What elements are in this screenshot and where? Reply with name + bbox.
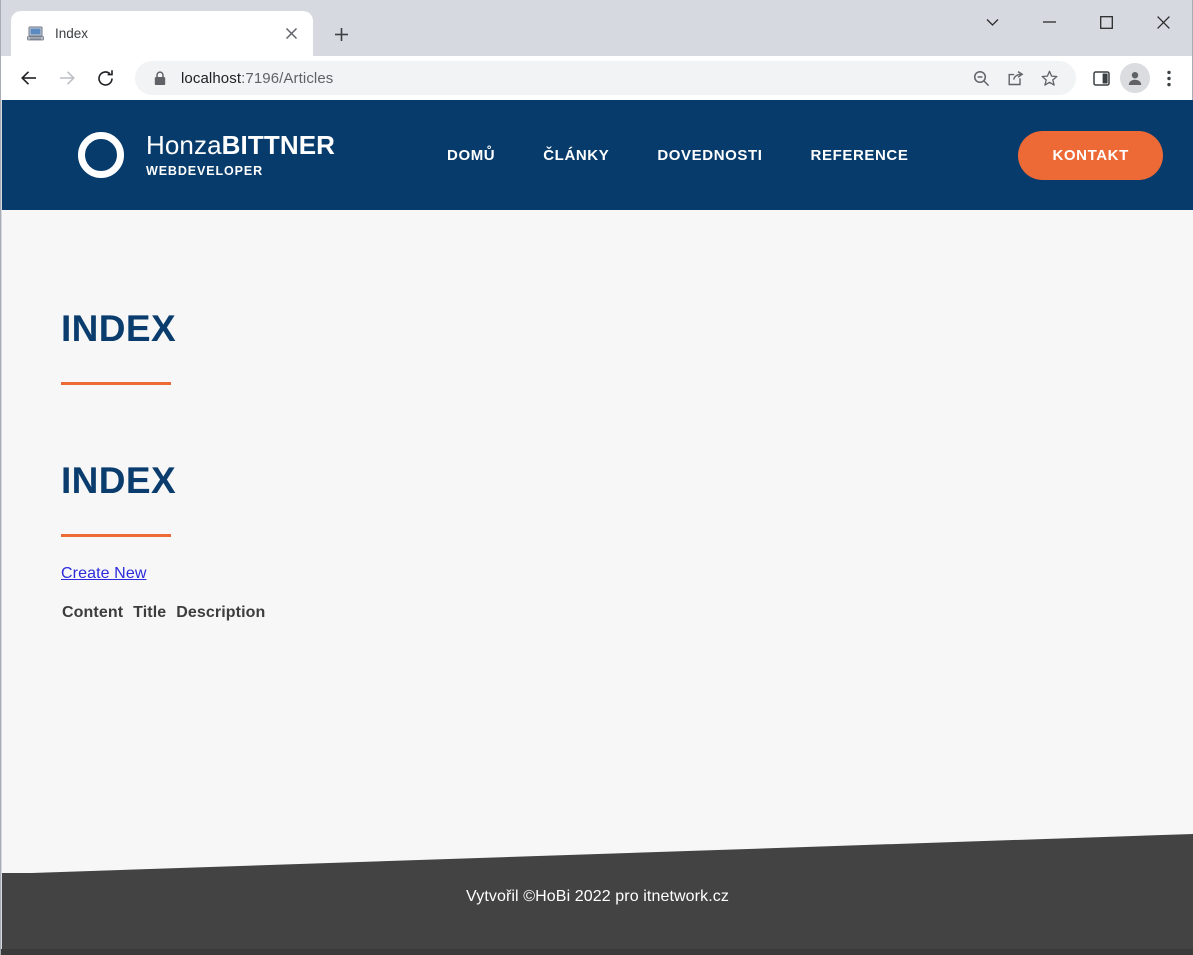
nav-item-clanky[interactable]: ČLÁNKY [543,147,657,164]
site-footer: Vytvořil ©HoBi 2022 pro itnetwork.cz [2,834,1193,954]
site-header: HonzaBITTNER WEBDEVELOPER DOMŮ ČLÁNKY DO… [2,100,1193,210]
chevron-down-icon[interactable] [964,0,1021,44]
column-header-description: Description [176,604,266,621]
maximize-icon[interactable] [1078,0,1135,44]
close-icon[interactable] [1135,0,1192,44]
browser-tab[interactable]: Index [11,11,313,56]
nav-item-domu[interactable]: DOMŮ [447,147,543,164]
nav-item-reference[interactable]: REFERENCE [811,147,909,164]
three-dots-icon[interactable] [1154,63,1184,93]
plus-icon[interactable] [325,18,357,50]
column-header-title: Title [133,604,167,621]
arrow-right-icon[interactable] [49,60,85,96]
share-icon[interactable] [1000,63,1030,93]
close-icon[interactable] [279,22,303,46]
table-header-row: Content Title Description [61,604,275,622]
brand-name-second: BITTNER [221,130,336,161]
column-header-content: Content [62,604,124,621]
ring-logo-icon [78,132,124,178]
tab-strip: Index [1,0,357,56]
browser-titlebar: Index [1,0,1192,56]
browser-window: Index localhost:7196/Articles HonzaBITTN… [0,0,1193,955]
star-icon[interactable] [1034,63,1064,93]
tab-title: Index [55,26,89,41]
url-path: :7196/Articles [241,69,334,87]
url-host: localhost [181,69,242,87]
kontakt-button[interactable]: KONTAKT [1018,130,1163,180]
page-title: INDEX [61,308,177,349]
bottom-cutoff-strip [1,949,1193,955]
site-nav: DOMŮ ČLÁNKY DOVEDNOSTI REFERENCE [447,147,908,164]
brand-logo[interactable]: HonzaBITTNER WEBDEVELOPER [78,132,335,178]
page-title-underline [61,382,171,385]
create-new-link[interactable]: Create New [61,565,146,583]
side-panel-icon[interactable] [1086,63,1116,93]
footer-slant-shape [2,834,1193,874]
footer-body: Vytvořil ©HoBi 2022 pro itnetwork.cz [2,873,1193,954]
footer-credit-text: Vytvořil ©HoBi 2022 pro itnetwork.cz [466,888,729,905]
person-icon[interactable] [1120,63,1150,93]
lock-icon [151,69,169,87]
table-head: Content Title Description [61,604,275,622]
section-title: INDEX [61,460,177,501]
brand-name-first: Honza [146,130,222,161]
brand-text: HonzaBITTNER WEBDEVELOPER [146,132,335,178]
arrow-left-icon[interactable] [11,60,47,96]
window-controls [964,0,1192,44]
computer-icon [25,25,45,43]
section-title-underline [61,534,171,537]
toolbar-right [1086,63,1184,93]
zoom-out-icon[interactable] [966,63,996,93]
articles-table: Content Title Description [61,604,275,622]
page-viewport: HonzaBITTNER WEBDEVELOPER DOMŮ ČLÁNKY DO… [2,100,1193,954]
minimize-icon[interactable] [1021,0,1078,44]
nav-item-dovednosti[interactable]: DOVEDNOSTI [657,147,810,164]
address-bar[interactable]: localhost:7196/Articles [135,61,1076,95]
browser-toolbar: localhost:7196/Articles [1,56,1192,100]
url-text: localhost:7196/Articles [181,70,333,87]
brand-name: HonzaBITTNER [146,132,335,158]
brand-tagline: WEBDEVELOPER [146,164,264,179]
omnibox-actions [956,63,1064,93]
reload-icon[interactable] [87,60,123,96]
